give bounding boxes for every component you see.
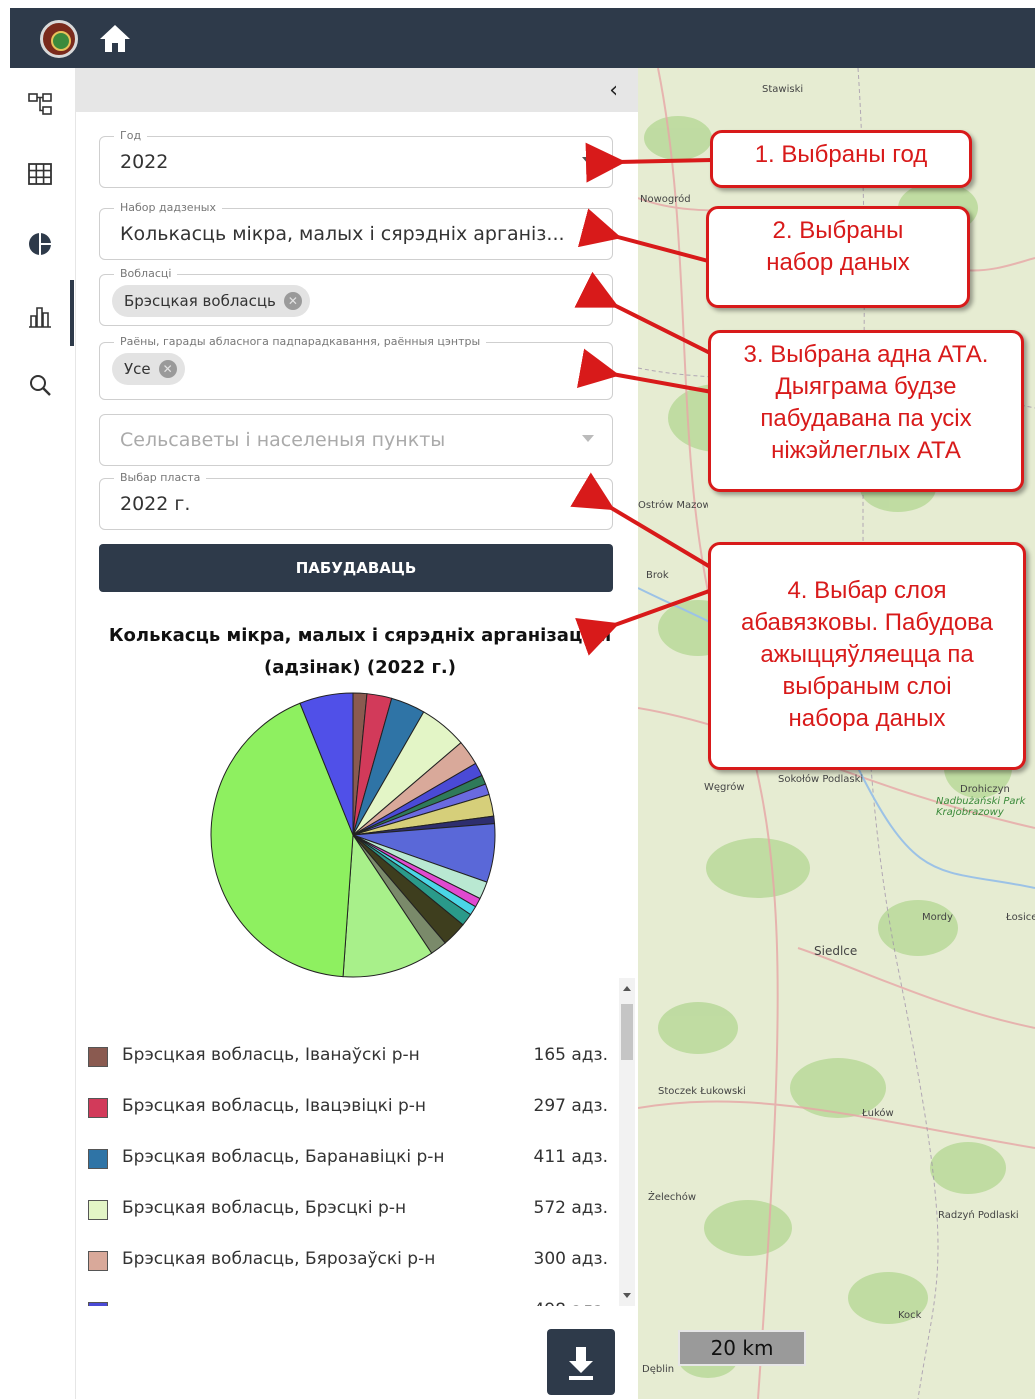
callout-dataset: 2. Выбраны набор даных bbox=[706, 206, 970, 308]
callout-line: 4. Выбар слоя bbox=[787, 577, 947, 604]
callout-line: ніжэйлеглых АТА bbox=[771, 437, 961, 464]
callout-line: 2. Выбраны bbox=[772, 217, 904, 244]
callout-line: абавязковы. Пабудова bbox=[740, 609, 994, 636]
callout-ata: 3. Выбрана адна АТА. Дыяграма будзе пабу… bbox=[708, 330, 1024, 492]
callout-line: набор даных bbox=[766, 249, 910, 276]
callout-layer: 4. Выбар слоя абавязковы. Пабудова ажыцц… bbox=[708, 542, 1026, 770]
callout-line: 1. Выбраны год bbox=[754, 141, 928, 168]
callout-line: набора даных bbox=[788, 705, 946, 732]
callout-year: 1. Выбраны год bbox=[710, 130, 972, 188]
callout-line: 3. Выбрана адна АТА. bbox=[743, 341, 989, 368]
callout-line: выбраным слоі bbox=[782, 673, 952, 700]
callout-line: пабудавана па усіх bbox=[760, 405, 972, 432]
callout-line: Дыяграма будзе bbox=[775, 373, 957, 400]
callout-line: ажыццяўляецца па bbox=[760, 641, 974, 668]
